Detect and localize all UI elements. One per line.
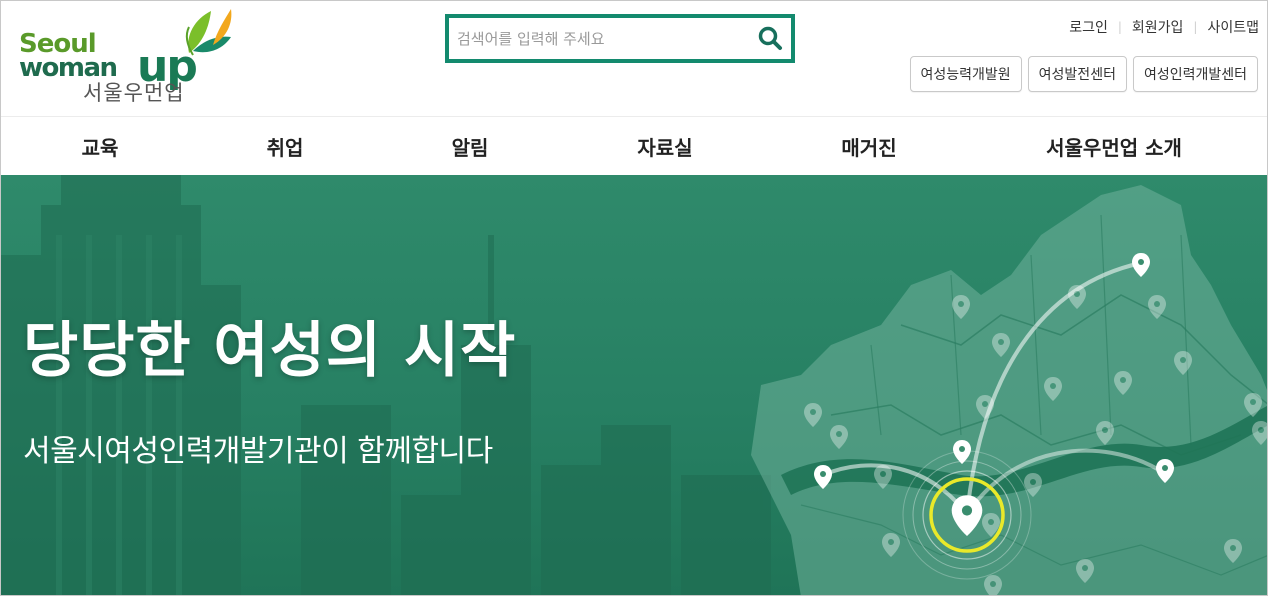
nav-item-magazine[interactable]: 매거진 bbox=[841, 117, 896, 176]
hero-subtitle: 서울시여성인력개발기관이 함께합니다 bbox=[23, 434, 493, 469]
page-frame: Seoul woman up 서울우먼업 로그인 | 회원가입 | 사이트맵 여… bbox=[0, 0, 1268, 596]
search-button[interactable] bbox=[755, 24, 785, 54]
signup-link[interactable]: 회원가입 bbox=[1122, 17, 1194, 37]
seoul-map bbox=[751, 185, 1267, 595]
nav-item-archive[interactable]: 자료실 bbox=[637, 117, 692, 176]
nav-item-notice[interactable]: 알림 bbox=[452, 117, 489, 176]
nav-item-education[interactable]: 교육 bbox=[82, 117, 119, 176]
sitemap-link[interactable]: 사이트맵 bbox=[1197, 17, 1259, 37]
nav-item-employment[interactable]: 취업 bbox=[267, 117, 304, 176]
logo-text-woman: woman bbox=[19, 53, 118, 83]
logo-text-korean: 서울우먼업 bbox=[83, 81, 185, 105]
search-box bbox=[445, 14, 795, 63]
nav-item-about[interactable]: 서울우먼업 소개 bbox=[1046, 117, 1182, 176]
hero-title: 당당한 여성의 시작 bbox=[23, 316, 517, 386]
quick-links: 여성능력개발원 여성발전센터 여성인력개발센터 bbox=[909, 56, 1258, 92]
site-header: Seoul woman up 서울우먼업 로그인 | 회원가입 | 사이트맵 여… bbox=[1, 1, 1267, 116]
quick-link-women-resources-center[interactable]: 여성인력개발센터 bbox=[1132, 56, 1258, 92]
site-logo[interactable]: Seoul woman up 서울우먼업 bbox=[17, 5, 237, 111]
quick-link-women-ability-center[interactable]: 여성능력개발원 bbox=[909, 56, 1022, 92]
main-nav: 교육 취업 알림 자료실 매거진 서울우먼업 소개 bbox=[1, 116, 1267, 176]
utility-nav: 로그인 | 회원가입 | 사이트맵 bbox=[1059, 17, 1259, 37]
login-link[interactable]: 로그인 bbox=[1059, 17, 1118, 37]
search-input[interactable] bbox=[457, 23, 747, 55]
search-icon bbox=[758, 26, 782, 50]
quick-link-women-development-center[interactable]: 여성발전센터 bbox=[1027, 56, 1127, 92]
hero-banner: 당당한 여성의 시작 서울시여성인력개발기관이 함께합니다 bbox=[1, 175, 1267, 595]
